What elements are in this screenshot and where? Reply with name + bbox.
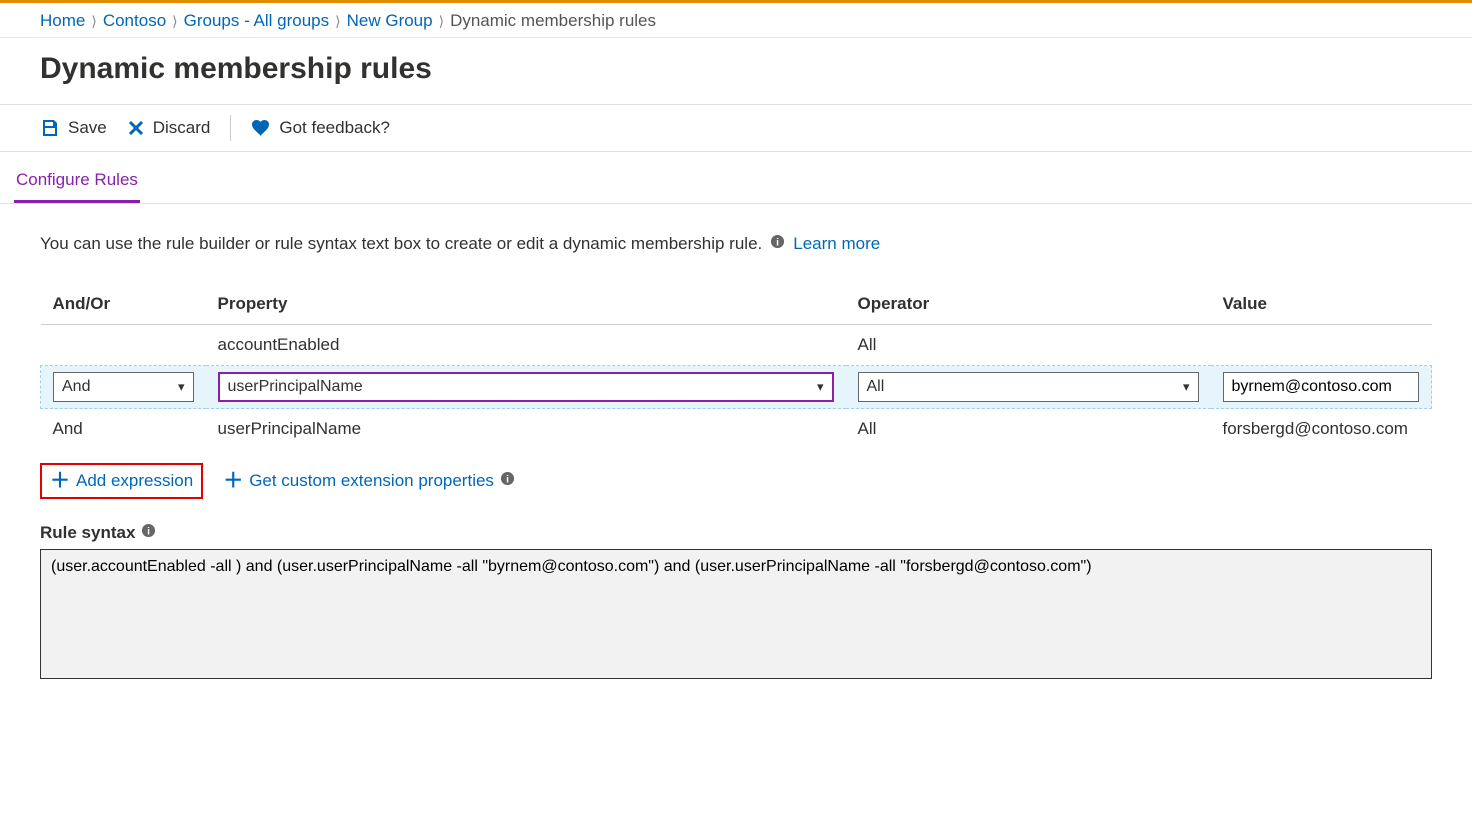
discard-button[interactable]: Discard — [127, 118, 211, 138]
breadcrumb-home[interactable]: Home — [40, 11, 85, 31]
chevron-right-icon: ⟩ — [172, 13, 177, 30]
cell-value — [1211, 325, 1432, 366]
property-select-value: userPrincipalName — [228, 378, 363, 396]
svg-text:i: i — [776, 237, 779, 248]
hint-row: You can use the rule builder or rule syn… — [40, 234, 1432, 254]
value-input[interactable] — [1223, 372, 1420, 402]
cell-value: forsbergd@contoso.com — [1211, 409, 1432, 450]
rule-syntax-label-text: Rule syntax — [40, 523, 135, 543]
col-header-operator: Operator — [846, 284, 1211, 325]
svg-text:i: i — [148, 526, 151, 537]
rule-syntax-label: Rule syntax i — [40, 523, 1432, 543]
feedback-label: Got feedback? — [279, 118, 390, 138]
learn-more-link[interactable]: Learn more — [793, 234, 880, 254]
save-label: Save — [68, 118, 107, 138]
chevron-right-icon: ⟩ — [91, 13, 96, 30]
save-icon — [40, 118, 60, 138]
col-header-value: Value — [1211, 284, 1432, 325]
get-custom-ext-button[interactable]: ＋ Get custom extension properties i — [215, 465, 523, 497]
breadcrumb-contoso[interactable]: Contoso — [103, 11, 166, 31]
chevron-right-icon: ⟩ — [335, 13, 340, 30]
get-custom-ext-label: Get custom extension properties — [249, 471, 494, 491]
toolbar-separator — [230, 115, 231, 141]
rule-row-active: And ▾ userPrincipalName ▾ All ▾ — [41, 366, 1432, 409]
info-icon[interactable]: i — [770, 234, 785, 254]
action-links: ＋ Add expression ＋ Get custom extension … — [40, 463, 1432, 499]
hint-text: You can use the rule builder or rule syn… — [40, 234, 762, 254]
info-icon[interactable]: i — [500, 471, 515, 491]
content-area: You can use the rule builder or rule syn… — [0, 204, 1472, 703]
andor-select[interactable]: And ▾ — [53, 372, 194, 402]
chevron-down-icon: ▾ — [817, 379, 824, 395]
rule-row: And userPrincipalName All forsbergd@cont… — [41, 409, 1432, 450]
col-header-property: Property — [206, 284, 846, 325]
cell-property: accountEnabled — [206, 325, 846, 366]
add-expression-label: Add expression — [76, 471, 193, 491]
breadcrumb-new-group[interactable]: New Group — [347, 11, 433, 31]
info-icon[interactable]: i — [141, 523, 156, 543]
cell-property: userPrincipalName — [206, 409, 846, 450]
toolbar: Save Discard Got feedback? — [0, 105, 1472, 152]
operator-select-value: All — [867, 378, 885, 396]
chevron-down-icon: ▾ — [1183, 379, 1190, 395]
close-icon — [127, 119, 145, 137]
rule-syntax-textarea[interactable] — [40, 549, 1432, 679]
page-title: Dynamic membership rules — [0, 38, 1472, 105]
rules-table: And/Or Property Operator Value accountEn… — [40, 284, 1432, 449]
andor-select-value: And — [62, 378, 90, 396]
add-expression-button[interactable]: ＋ Add expression — [42, 465, 201, 497]
col-header-andor: And/Or — [41, 284, 206, 325]
rule-row: accountEnabled All — [41, 325, 1432, 366]
breadcrumb-groups[interactable]: Groups - All groups — [184, 11, 330, 31]
discard-label: Discard — [153, 118, 211, 138]
breadcrumb-current: Dynamic membership rules — [450, 11, 656, 31]
cell-andor — [41, 325, 206, 366]
property-select[interactable]: userPrincipalName ▾ — [218, 372, 834, 402]
svg-text:i: i — [506, 474, 509, 485]
feedback-button[interactable]: Got feedback? — [251, 118, 390, 138]
cell-andor: And — [41, 409, 206, 450]
cell-operator: All — [846, 409, 1211, 450]
breadcrumb: Home ⟩ Contoso ⟩ Groups - All groups ⟩ N… — [0, 3, 1472, 38]
tab-configure-rules[interactable]: Configure Rules — [14, 170, 140, 203]
heart-icon — [251, 118, 271, 138]
chevron-down-icon: ▾ — [178, 379, 185, 395]
plus-icon: ＋ — [223, 471, 243, 491]
add-expression-highlight: ＋ Add expression — [40, 463, 203, 499]
cell-operator: All — [846, 325, 1211, 366]
plus-icon: ＋ — [50, 471, 70, 491]
tabs: Configure Rules — [0, 152, 1472, 204]
operator-select[interactable]: All ▾ — [858, 372, 1199, 402]
chevron-right-icon: ⟩ — [439, 13, 444, 30]
save-button[interactable]: Save — [40, 118, 107, 138]
